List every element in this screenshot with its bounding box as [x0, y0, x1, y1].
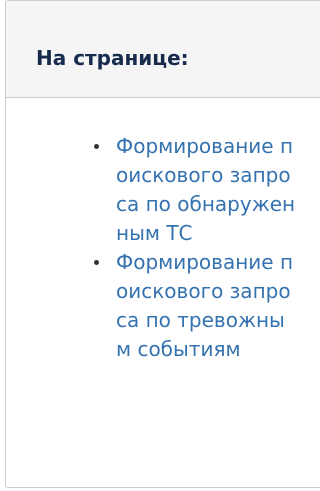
toc-item-detected-vehicles: Формирование поискового запроса по обнар…: [94, 132, 298, 248]
toc-list: Формирование поискового запроса по обнар…: [6, 132, 320, 364]
toc-link-detected-vehicles[interactable]: Формирование поискового запроса по обнар…: [116, 132, 298, 248]
panel-body: Формирование поискового запроса по обнар…: [6, 98, 320, 364]
panel-header: На странице:: [6, 1, 320, 98]
bullet-icon: [94, 260, 99, 265]
toc-item-alarm-events: Формирование поискового запроса по трево…: [94, 248, 298, 364]
toc-panel: На странице: Формирование поискового зап…: [5, 0, 320, 488]
panel-title: На странице:: [36, 46, 189, 70]
bullet-icon: [94, 144, 99, 149]
toc-link-alarm-events[interactable]: Формирование поискового запроса по трево…: [116, 248, 298, 364]
